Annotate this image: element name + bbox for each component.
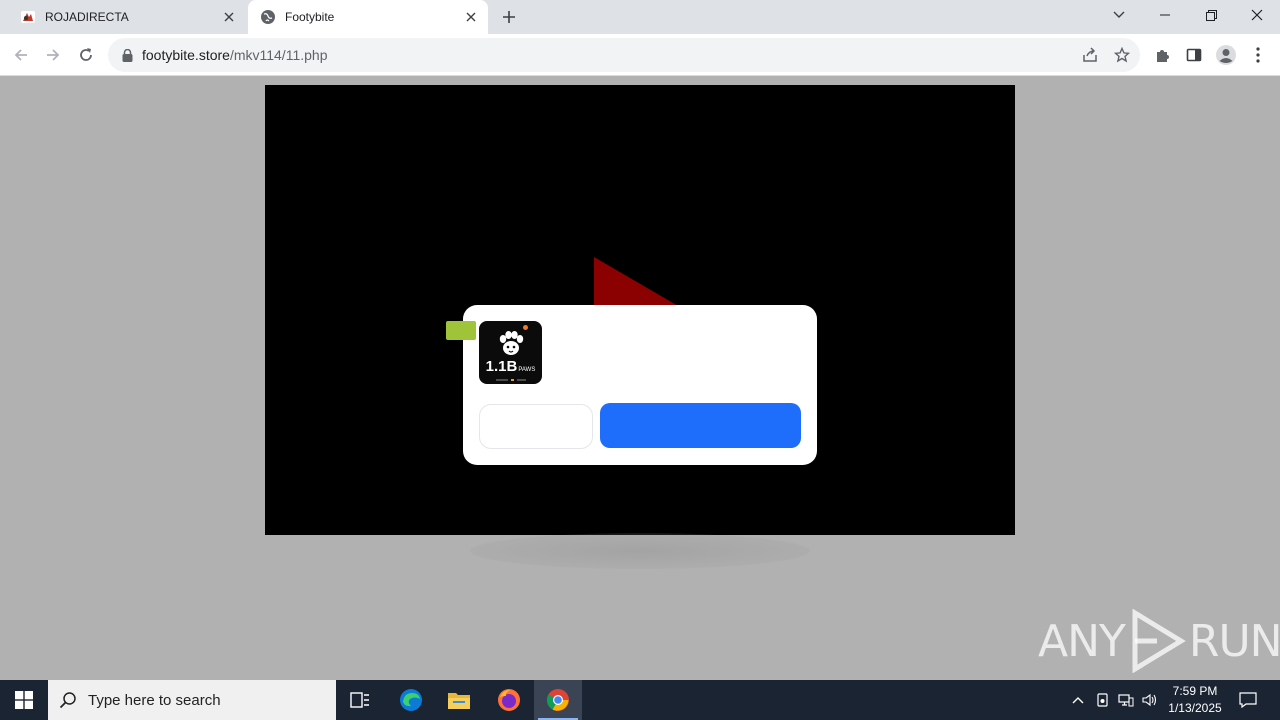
firefox-icon <box>498 689 520 711</box>
page-content: 1.1B PAWS ANY RUN <box>0 77 1280 680</box>
chrome-taskbar-button[interactable] <box>534 680 582 720</box>
watermark-right: RUN <box>1188 615 1280 667</box>
tab-strip: ROJADIRECTA Footybite <box>0 0 1280 34</box>
shadow <box>470 533 810 569</box>
share-icon[interactable] <box>1077 42 1103 68</box>
task-view-icon <box>350 692 369 708</box>
amount-value: 1.1B <box>485 357 518 375</box>
notification-popup[interactable]: 1.1B PAWS <box>463 305 817 465</box>
close-window-button[interactable] <box>1234 0 1280 30</box>
rojadirecta-favicon <box>21 11 35 23</box>
start-button[interactable] <box>0 680 48 720</box>
side-panel-button[interactable] <box>1179 40 1209 70</box>
profile-button[interactable] <box>1211 40 1241 70</box>
kebab-menu-icon <box>1256 47 1260 63</box>
firefox-taskbar-button[interactable] <box>486 680 532 720</box>
task-view-button[interactable] <box>338 680 382 720</box>
forward-arrow-icon <box>47 49 60 61</box>
paws-app-icon: 1.1B PAWS <box>479 321 542 384</box>
forward-button[interactable] <box>38 40 68 70</box>
taskbar-search[interactable]: Type here to search <box>48 680 336 720</box>
minimize-button[interactable] <box>1142 0 1188 30</box>
puzzle-icon <box>1157 50 1169 62</box>
url-path: /mkv114/11.php <box>229 47 328 63</box>
search-icon <box>48 680 88 720</box>
notification-center-icon <box>1239 692 1257 708</box>
tab-title: Footybite <box>285 10 335 24</box>
anyrun-watermark: ANY RUN <box>1038 606 1280 676</box>
amount-unit: PAWS <box>518 366 536 373</box>
clock-date: 1/13/2025 <box>1168 701 1222 715</box>
chrome-icon <box>547 689 569 711</box>
edge-icon <box>400 689 422 711</box>
close-icon[interactable] <box>218 6 240 28</box>
url-host: footybite.store <box>142 47 230 63</box>
network-tray[interactable] <box>1114 680 1138 720</box>
tab-title: ROJADIRECTA <box>45 10 129 24</box>
avatar-icon <box>1216 45 1236 65</box>
anyrun-play-logo <box>1132 609 1186 673</box>
windows-taskbar: Type here to search 7:59 PM 1/13/2025 <box>0 680 1280 720</box>
menu-button[interactable] <box>1243 40 1273 70</box>
chevron-up-icon <box>1072 697 1084 704</box>
file-explorer-taskbar-button[interactable] <box>436 680 482 720</box>
browser-toolbar: footybite.store/mkv114/11.php <box>0 34 1280 76</box>
secondary-button[interactable] <box>479 404 593 449</box>
windows-logo-icon <box>15 691 33 709</box>
search-placeholder: Type here to search <box>88 691 221 709</box>
side-panel-icon <box>1186 48 1202 62</box>
folder-icon <box>448 693 470 709</box>
extensions-button[interactable] <box>1147 40 1177 70</box>
globe-icon <box>261 10 275 24</box>
notifications-button[interactable] <box>1236 680 1260 720</box>
restore-button[interactable] <box>1188 0 1234 30</box>
bookmark-star-icon[interactable] <box>1109 42 1135 68</box>
reload-button[interactable] <box>71 40 101 70</box>
address-bar[interactable]: footybite.store/mkv114/11.php <box>108 38 1140 72</box>
volume-tray[interactable] <box>1138 680 1162 720</box>
clock-time: 7:59 PM <box>1172 684 1218 698</box>
lock-icon[interactable] <box>120 48 134 62</box>
edge-taskbar-button[interactable] <box>388 680 434 720</box>
back-button[interactable] <box>6 40 36 70</box>
notification-dot <box>523 325 528 330</box>
paw-icon <box>499 330 523 355</box>
url-text[interactable]: footybite.store/mkv114/11.php <box>142 47 327 63</box>
show-hidden-icons-button[interactable] <box>1066 680 1090 720</box>
meet-now-tray[interactable] <box>1091 680 1115 720</box>
device-icon <box>1097 693 1108 707</box>
taskbar-clock[interactable]: 7:59 PM 1/13/2025 <box>1160 683 1230 717</box>
network-icon <box>1118 694 1134 707</box>
back-arrow-icon <box>14 49 27 61</box>
tab-rojadirecta[interactable]: ROJADIRECTA <box>8 0 246 34</box>
close-icon[interactable] <box>460 6 482 28</box>
paws-amount: 1.1B PAWS <box>486 359 536 378</box>
tab-footybite[interactable]: Footybite <box>248 0 488 34</box>
tiny-footer <box>479 379 542 381</box>
tab-search-chevron-icon[interactable] <box>1096 0 1142 30</box>
green-badge <box>446 321 476 340</box>
watermark-left: ANY <box>1038 615 1126 667</box>
primary-button[interactable] <box>600 403 801 448</box>
speaker-icon <box>1142 693 1157 707</box>
reload-icon <box>80 48 92 61</box>
new-tab-button[interactable] <box>496 5 522 29</box>
